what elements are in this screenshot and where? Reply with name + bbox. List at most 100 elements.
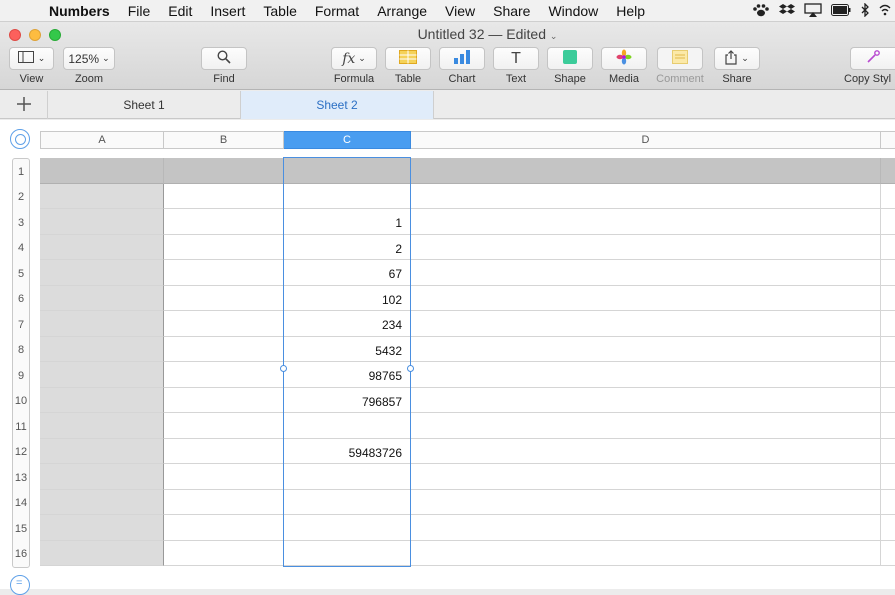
row-header[interactable]: 8 bbox=[13, 338, 29, 364]
table-cell[interactable] bbox=[881, 311, 895, 337]
table-cell[interactable] bbox=[881, 490, 895, 515]
table-cell[interactable] bbox=[411, 540, 881, 566]
table-cell[interactable] bbox=[411, 209, 881, 235]
table-cell[interactable] bbox=[881, 158, 895, 184]
table-cell[interactable] bbox=[881, 337, 895, 362]
table-cell[interactable] bbox=[164, 311, 284, 337]
table-cell[interactable] bbox=[164, 336, 284, 362]
add-rows-handle[interactable] bbox=[10, 575, 30, 595]
table-cell-c[interactable]: 67 bbox=[284, 260, 411, 286]
table-cell[interactable] bbox=[411, 260, 881, 286]
table-cell-c[interactable] bbox=[284, 540, 411, 566]
table-cell[interactable] bbox=[881, 439, 895, 464]
table-cell[interactable] bbox=[164, 362, 284, 388]
column-header-b[interactable]: B bbox=[164, 131, 284, 149]
row-header[interactable]: 10 bbox=[13, 389, 29, 415]
table-cell[interactable] bbox=[40, 260, 164, 286]
table-cell-c[interactable]: 796857 bbox=[284, 387, 411, 413]
column-header-c[interactable]: C bbox=[284, 131, 411, 149]
table-cell-c[interactable] bbox=[284, 464, 411, 490]
add-sheet-button[interactable] bbox=[0, 91, 48, 119]
column-header-e[interactable] bbox=[881, 131, 895, 149]
table-cell[interactable] bbox=[164, 489, 284, 515]
table-cell[interactable] bbox=[164, 515, 284, 541]
table-cell[interactable] bbox=[40, 489, 164, 515]
menu-view[interactable]: View bbox=[436, 3, 484, 19]
table-cell[interactable] bbox=[40, 209, 164, 235]
row-header[interactable]: 13 bbox=[13, 465, 29, 491]
table-cell[interactable] bbox=[881, 184, 895, 209]
column-header-d[interactable]: D bbox=[411, 131, 881, 149]
table-cell[interactable] bbox=[881, 286, 895, 311]
table-cell[interactable] bbox=[164, 438, 284, 464]
table-cell[interactable] bbox=[164, 387, 284, 413]
table-cell[interactable] bbox=[411, 489, 881, 515]
table-cell[interactable] bbox=[881, 388, 895, 413]
table-cell-c[interactable]: 59483726 bbox=[284, 438, 411, 464]
row-header[interactable]: 4 bbox=[13, 236, 29, 262]
table-cell-c[interactable] bbox=[284, 413, 411, 439]
menu-share[interactable]: Share bbox=[484, 3, 539, 19]
table-cell[interactable] bbox=[411, 158, 881, 184]
zoom-select[interactable]: 125% ⌄ bbox=[63, 47, 115, 70]
airplay-icon[interactable] bbox=[804, 2, 822, 20]
table-cell[interactable] bbox=[40, 387, 164, 413]
table-cell[interactable] bbox=[164, 183, 284, 209]
dropbox-icon[interactable] bbox=[779, 3, 795, 20]
chart-button[interactable] bbox=[439, 47, 485, 70]
document-title[interactable]: Untitled 32 — Edited ⌄ bbox=[0, 26, 895, 42]
menu-arrange[interactable]: Arrange bbox=[368, 3, 436, 19]
row-header[interactable]: 12 bbox=[13, 440, 29, 466]
row-header[interactable]: 16 bbox=[13, 542, 29, 568]
share-button[interactable]: ⌄ bbox=[714, 47, 760, 70]
table-cell[interactable] bbox=[40, 438, 164, 464]
table-cell[interactable] bbox=[411, 311, 881, 337]
table-cell[interactable] bbox=[164, 285, 284, 311]
table-cell[interactable] bbox=[411, 362, 881, 388]
table-cell[interactable] bbox=[164, 158, 284, 184]
table-cell[interactable] bbox=[411, 438, 881, 464]
table-select-handle[interactable] bbox=[10, 129, 30, 149]
bluetooth-icon[interactable] bbox=[860, 1, 870, 20]
table-cell[interactable] bbox=[411, 234, 881, 260]
row-header[interactable]: 6 bbox=[13, 287, 29, 313]
table-cell[interactable] bbox=[164, 540, 284, 566]
table-cell-c[interactable]: 1 bbox=[284, 209, 411, 235]
table-cell[interactable] bbox=[40, 515, 164, 541]
row-header[interactable]: 11 bbox=[13, 414, 29, 440]
menu-edit[interactable]: Edit bbox=[159, 3, 201, 19]
comment-button[interactable] bbox=[657, 47, 703, 70]
table-cell[interactable] bbox=[881, 235, 895, 260]
table-cell[interactable] bbox=[411, 336, 881, 362]
text-button[interactable]: T bbox=[493, 47, 539, 70]
tab-sheet-2[interactable]: Sheet 2 bbox=[241, 91, 434, 119]
sheet-canvas[interactable]: A B C D 1 2 3 4 5 6 7 8 9 10 11 12 13 14… bbox=[0, 120, 895, 595]
table-cell[interactable] bbox=[881, 260, 895, 286]
table-cell-c[interactable]: 5432 bbox=[284, 336, 411, 362]
table-cell[interactable] bbox=[411, 515, 881, 541]
row-header[interactable]: 15 bbox=[13, 516, 29, 542]
paw-icon[interactable] bbox=[752, 3, 770, 20]
table-cell-c[interactable]: 98765 bbox=[284, 362, 411, 388]
menu-help[interactable]: Help bbox=[607, 3, 654, 19]
table-cell[interactable] bbox=[881, 515, 895, 541]
row-header[interactable]: 1 bbox=[13, 159, 29, 185]
table-cell[interactable] bbox=[164, 209, 284, 235]
table-cell[interactable] bbox=[881, 413, 895, 439]
menu-table[interactable]: Table bbox=[254, 3, 305, 19]
menu-file[interactable]: File bbox=[119, 3, 160, 19]
menu-format[interactable]: Format bbox=[306, 3, 368, 19]
table-cell[interactable] bbox=[40, 285, 164, 311]
table-cell[interactable] bbox=[40, 234, 164, 260]
table-cell[interactable] bbox=[881, 209, 895, 235]
row-header[interactable]: 5 bbox=[13, 261, 29, 287]
tab-sheet-1[interactable]: Sheet 1 bbox=[48, 91, 241, 119]
formula-button[interactable]: fx ⌄ bbox=[331, 47, 377, 70]
table-cell-c[interactable]: 2 bbox=[284, 234, 411, 260]
row-header[interactable]: 9 bbox=[13, 363, 29, 389]
row-header[interactable]: 2 bbox=[13, 185, 29, 211]
table-cell-c[interactable] bbox=[284, 183, 411, 209]
table-cell[interactable] bbox=[881, 362, 895, 388]
table-cell[interactable] bbox=[40, 413, 164, 439]
menu-app-name[interactable]: Numbers bbox=[40, 3, 119, 19]
